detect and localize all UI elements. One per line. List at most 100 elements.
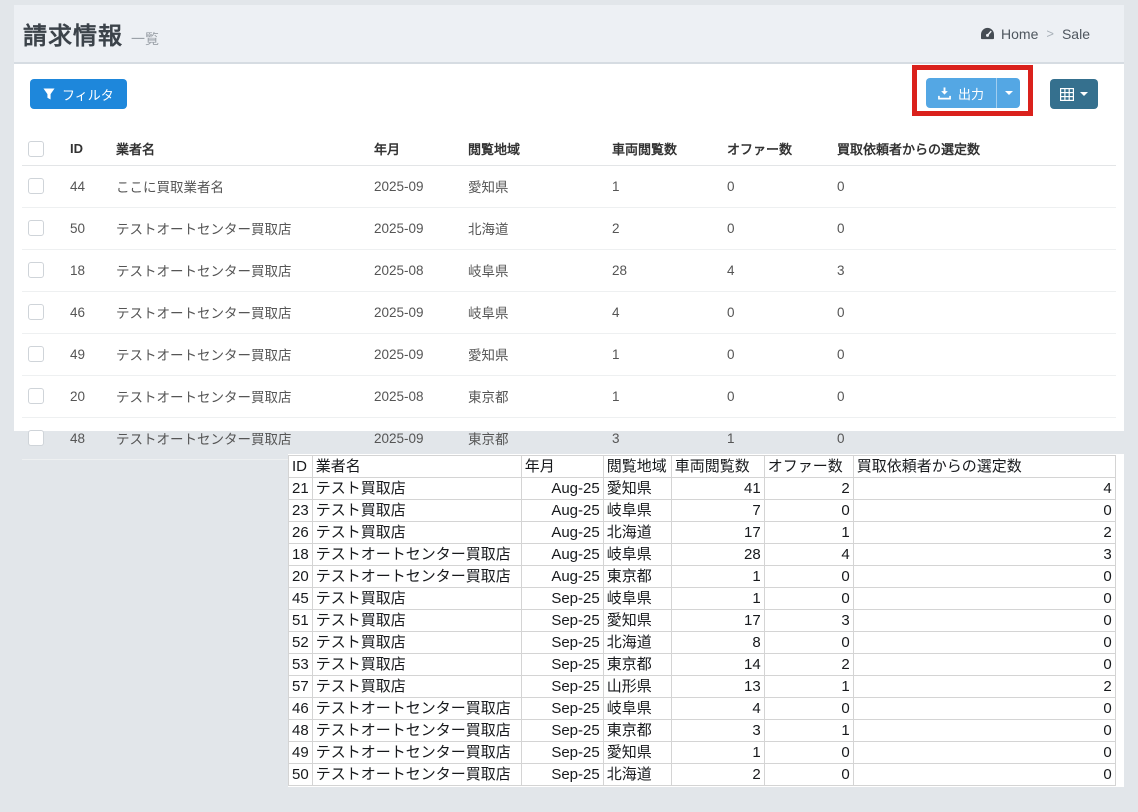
sheet-cell: テストオートセンター買取店 [312, 544, 521, 566]
cell-month: 2025-09 [366, 166, 460, 208]
sheet-table-body: ID業者名年月閲覧地域車両閲覧数オファー数買取依頼者からの選定数21テスト買取店… [289, 456, 1116, 786]
cell-vendor: ここに買取業者名 [108, 166, 366, 208]
cell-selections: 0 [829, 334, 1116, 376]
cell-views: 1 [604, 376, 719, 418]
sheet-cell: 2 [853, 522, 1115, 544]
export-button-label: 出力 [958, 84, 984, 103]
sheet-cell: テスト買取店 [312, 632, 521, 654]
columns-button[interactable] [1050, 79, 1098, 109]
table-row: 20テストオートセンター買取店2025-08東京都100 [22, 376, 1116, 418]
cell-offers: 0 [719, 166, 829, 208]
sheet-row: 48テストオートセンター買取店Sep-25東京都310 [289, 720, 1116, 742]
cell-vendor: テストオートセンター買取店 [108, 334, 366, 376]
cell-offers: 0 [719, 334, 829, 376]
filter-button[interactable]: フィルタ [30, 79, 127, 109]
sheet-cell: 北海道 [603, 764, 671, 786]
row-checkbox[interactable] [28, 430, 44, 446]
sheet-cell: テスト買取店 [312, 610, 521, 632]
cell-id: 49 [62, 334, 108, 376]
sheet-cell: 0 [853, 566, 1115, 588]
cell-vendor: テストオートセンター買取店 [108, 208, 366, 250]
sheet-cell: 0 [764, 500, 853, 522]
sheet-cell: 2 [853, 676, 1115, 698]
export-split-button: 出力 [926, 78, 1020, 108]
sheet-cell: Sep-25 [521, 588, 603, 610]
cell-id: 50 [62, 208, 108, 250]
cell-region: 愛知県 [460, 334, 604, 376]
column-header-month: 年月 [366, 133, 460, 166]
sheet-cell: テスト買取店 [312, 676, 521, 698]
title-group: 請求情報 一覧 [23, 16, 159, 51]
sheet-table: ID業者名年月閲覧地域車両閲覧数オファー数買取依頼者からの選定数21テスト買取店… [288, 455, 1116, 786]
cell-selections: 0 [829, 208, 1116, 250]
export-preview-sheet: ID業者名年月閲覧地域車両閲覧数オファー数買取依頼者からの選定数21テスト買取店… [288, 454, 1124, 787]
page-subtitle: 一覧 [131, 29, 159, 49]
column-header-id: ID [62, 133, 108, 166]
sheet-cell: 0 [853, 500, 1115, 522]
sheet-cell: Sep-25 [521, 610, 603, 632]
row-checkbox[interactable] [28, 304, 44, 320]
sheet-cell: 17 [671, 610, 764, 632]
row-checkbox[interactable] [28, 388, 44, 404]
sheet-header-cell: 業者名 [312, 456, 521, 478]
cell-views: 4 [604, 292, 719, 334]
cell-offers: 4 [719, 250, 829, 292]
sheet-cell: 北海道 [603, 522, 671, 544]
sheet-cell: Aug-25 [521, 500, 603, 522]
export-button[interactable]: 出力 [926, 78, 996, 108]
select-all-checkbox[interactable] [28, 141, 44, 157]
sheet-cell: テスト買取店 [312, 588, 521, 610]
sheet-cell: Sep-25 [521, 698, 603, 720]
sheet-cell: 0 [853, 742, 1115, 764]
cell-vendor: テストオートセンター買取店 [108, 292, 366, 334]
table-row: 18テストオートセンター買取店2025-08岐阜県2843 [22, 250, 1116, 292]
sheet-cell: 0 [853, 610, 1115, 632]
sheet-cell: 57 [289, 676, 313, 698]
sheet-cell: 51 [289, 610, 313, 632]
cell-region: 東京都 [460, 376, 604, 418]
breadcrumb-home-link[interactable]: Home [980, 26, 1038, 42]
row-select-cell [22, 292, 62, 334]
sheet-cell: 山形県 [603, 676, 671, 698]
sheet-cell: 52 [289, 632, 313, 654]
cell-region: 岐阜県 [460, 250, 604, 292]
sheet-row: 21テスト買取店Aug-25愛知県4124 [289, 478, 1116, 500]
row-checkbox[interactable] [28, 178, 44, 194]
columns-split-button [1050, 79, 1098, 109]
cell-month: 2025-09 [366, 208, 460, 250]
table-row: 50テストオートセンター買取店2025-09北海道200 [22, 208, 1116, 250]
sheet-cell: 4 [764, 544, 853, 566]
cell-id: 18 [62, 250, 108, 292]
sheet-cell: 4 [853, 478, 1115, 500]
sheet-cell: 愛知県 [603, 610, 671, 632]
select-all-cell [22, 133, 62, 166]
breadcrumb-separator: > [1046, 26, 1054, 41]
sheet-cell: 愛知県 [603, 478, 671, 500]
sheet-row: 26テスト買取店Aug-25北海道1712 [289, 522, 1116, 544]
toolbar-right: 出力 [912, 79, 1098, 116]
sheet-cell: テストオートセンター買取店 [312, 566, 521, 588]
sheet-cell: 53 [289, 654, 313, 676]
row-checkbox[interactable] [28, 346, 44, 362]
sheet-cell: 1 [764, 676, 853, 698]
breadcrumb: Home > Sale [980, 26, 1090, 42]
download-icon [938, 87, 951, 100]
sheet-cell: 1 [671, 742, 764, 764]
sheet-cell: 0 [853, 588, 1115, 610]
sheet-cell: 50 [289, 764, 313, 786]
sheet-cell: Aug-25 [521, 544, 603, 566]
cell-views: 1 [604, 334, 719, 376]
sheet-cell: 3 [853, 544, 1115, 566]
sheet-cell: Aug-25 [521, 478, 603, 500]
sheet-cell: 28 [671, 544, 764, 566]
sheet-row: 53テスト買取店Sep-25東京都1420 [289, 654, 1116, 676]
export-dropdown-toggle[interactable] [996, 78, 1020, 108]
sheet-row: 52テスト買取店Sep-25北海道800 [289, 632, 1116, 654]
sheet-cell: 49 [289, 742, 313, 764]
sheet-row: 23テスト買取店Aug-25岐阜県700 [289, 500, 1116, 522]
row-checkbox[interactable] [28, 262, 44, 278]
row-checkbox[interactable] [28, 220, 44, 236]
sheet-cell: 東京都 [603, 720, 671, 742]
sheet-cell: 0 [853, 698, 1115, 720]
sheet-cell: 0 [764, 742, 853, 764]
